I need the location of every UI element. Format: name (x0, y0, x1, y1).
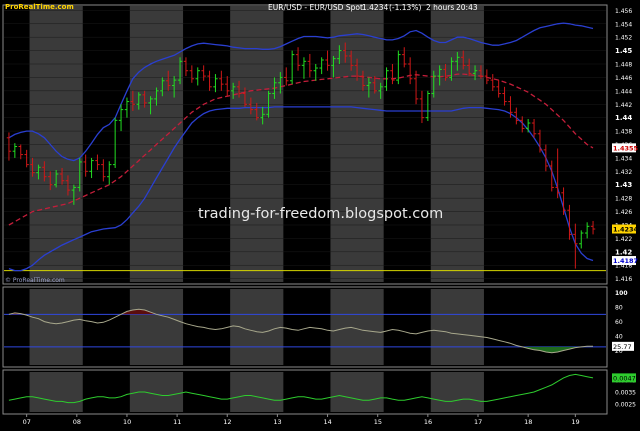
price-tag-text: 1.4355 (613, 144, 639, 152)
price-tick-label: 1.444 (615, 88, 632, 95)
price-tick-label: 1.454 (615, 21, 632, 28)
price-tick-label: 1.45 (615, 47, 632, 55)
volatility-value-tag: 0.0047 (612, 373, 636, 383)
volatility-value-text: 0.0047 (613, 374, 636, 382)
x-tick-label: 15 (374, 418, 382, 426)
session-shade-1-1 (129, 289, 184, 365)
x-tick-label: 14 (324, 418, 332, 426)
price-change: (-1.13%) (389, 3, 421, 12)
volatility-tick-label: 0.0025 (615, 401, 636, 408)
session-shade-4-1 (430, 289, 484, 365)
oscillator-tick-label: 40 (615, 334, 623, 341)
oscillator-value-text: 25.77 (613, 343, 632, 351)
price-tag: 1.4355 (612, 143, 639, 153)
price-tick-label: 1.416 (615, 276, 632, 283)
source-logo: ProRealTime.com (5, 3, 74, 11)
x-tick-label: 13 (273, 418, 281, 426)
price-tick-label: 1.448 (615, 62, 632, 69)
x-tick-label: 10 (123, 418, 131, 426)
oscillator-tick-label: 80 (615, 305, 623, 312)
last-price: 1.4234 (362, 3, 388, 12)
x-tick-label: 17 (474, 418, 482, 426)
oscillator-tick-label: 100 (615, 290, 628, 297)
price-tick-label: 1.456 (615, 8, 632, 15)
x-tick-label: 11 (173, 418, 181, 426)
price-tick-label: 1.426 (615, 209, 632, 216)
session-shade-4-0 (430, 6, 484, 282)
timeframe: 2 hours (426, 3, 454, 12)
price-tag-text: 1.4234 (613, 226, 639, 234)
x-tick-label: 18 (524, 418, 532, 426)
price-tick-label: 1.446 (615, 75, 632, 82)
price-tick-label: 1.42 (615, 248, 632, 256)
session-shade-2-1 (230, 289, 284, 365)
session-shade-3-1 (330, 289, 384, 365)
price-tick-label: 1.442 (615, 102, 632, 109)
chart-header: EUR/USD - EUR/USD Spot 1.4234 (-1.13%) 2… (268, 3, 478, 12)
price-tag: 1.4187 (612, 256, 638, 266)
session-shade-3-0 (330, 6, 384, 282)
session-shade-0-1 (29, 289, 83, 365)
price-tick-label: 1.44 (615, 114, 632, 122)
session-shade-4-2 (430, 372, 484, 412)
footer-logo: © ProRealTime.com (5, 277, 65, 284)
session-shade-2-2 (230, 372, 284, 412)
x-tick-label: 07 (23, 418, 31, 426)
price-tick-label: 1.438 (615, 129, 632, 136)
x-tick-label: 12 (223, 418, 231, 426)
price-tick-label: 1.434 (615, 155, 632, 162)
oscillator-tick-label: 60 (615, 319, 623, 326)
price-tick-label: 1.43 (615, 181, 632, 189)
watermark-text: trading-for-freedom.blogspot.com (198, 206, 443, 222)
volatility-tick-label: 0.0035 (615, 390, 636, 397)
session-shade-0-0 (29, 6, 83, 282)
session-shade-3-2 (330, 372, 384, 412)
price-tick-label: 1.452 (615, 35, 632, 42)
chart-root: 1.456 1.454 1.452 1.45 1.448 1.446 1.444 1.442 1… (0, 0, 640, 427)
price-tag-text: 1.4187 (613, 257, 638, 265)
price-tag: 1.4234 (612, 224, 639, 234)
x-tick-label: 16 (424, 418, 432, 426)
x-tick-label: 08 (73, 418, 81, 426)
x-tick-label: 19 (571, 418, 579, 426)
price-tick-label: 1.428 (615, 196, 632, 203)
trading-chart-canvas: 1.456 1.454 1.452 1.45 1.448 1.446 1.444 1.442 1… (0, 0, 640, 427)
price-tick-label: 1.422 (615, 236, 632, 243)
oscillator-value-tag: 25.77 (612, 341, 634, 351)
time: 20:43 (456, 3, 478, 12)
instrument-title: EUR/USD - EUR/USD Spot (268, 3, 363, 12)
session-shade-0-2 (29, 372, 83, 412)
gridlines (4, 10, 606, 279)
price-tick-label: 1.432 (615, 169, 632, 176)
